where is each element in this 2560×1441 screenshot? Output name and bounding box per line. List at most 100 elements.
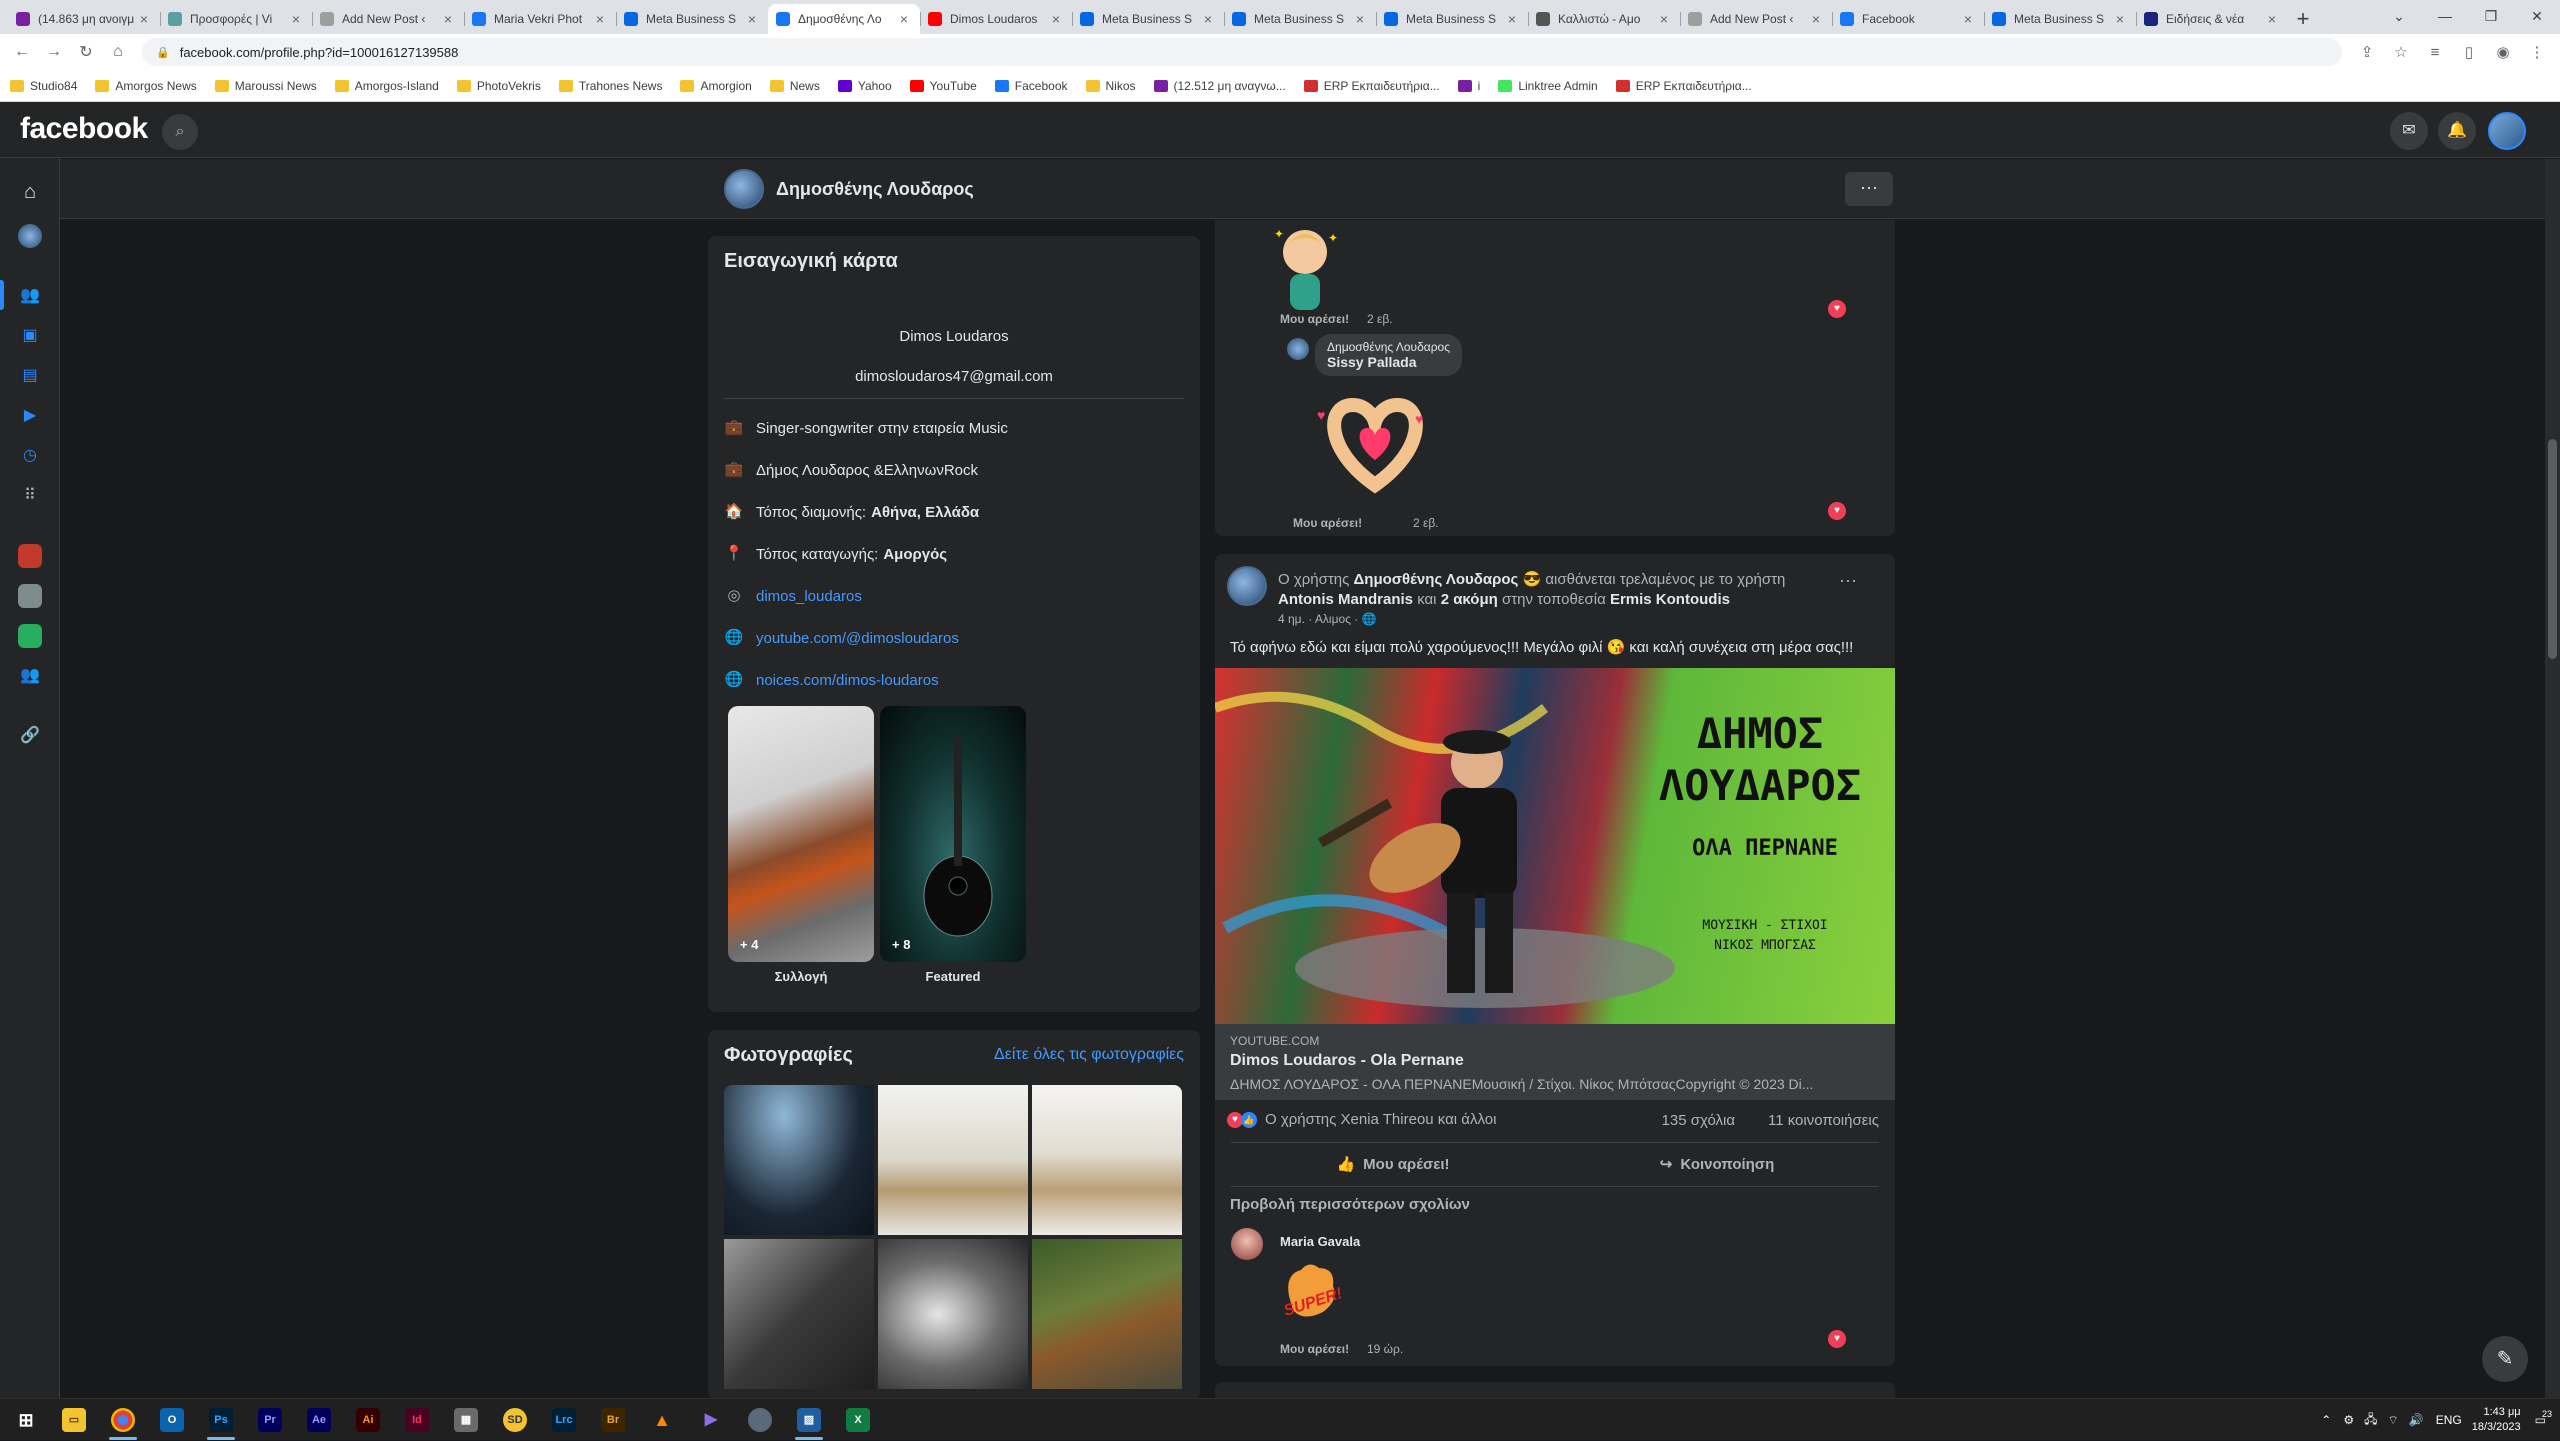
view-more-comments-link[interactable]: Προβολή περισσότερων σχολίων (1230, 1196, 1470, 1213)
shares-count-link[interactable]: 11 κοινοποιήσεις (1768, 1112, 1879, 1129)
bookmark-item[interactable]: i (1457, 79, 1480, 93)
lock-icon[interactable]: 🔒 (156, 46, 170, 59)
marketplace-icon[interactable]: ▤ (18, 364, 42, 388)
scrollbar-thumb[interactable] (2548, 439, 2557, 659)
outlook-icon[interactable]: O (160, 1408, 184, 1432)
comment-like-link[interactable]: Μου αρέσει! (1280, 312, 1349, 326)
browser-tab[interactable]: Meta Business S × (1984, 4, 2136, 34)
tab-close-icon[interactable]: × (2264, 11, 2280, 27)
forward-icon[interactable]: → (38, 43, 70, 61)
browser-tab[interactable]: Facebook × (1832, 4, 1984, 34)
browser-tab[interactable]: Καλλιστώ - Αμο × (1528, 4, 1680, 34)
tab-close-icon[interactable]: × (744, 11, 760, 27)
shortcut-page-icon[interactable] (18, 544, 42, 568)
tagged-location[interactable]: Ermis Kontoudis (1610, 591, 1730, 608)
notifications-icon[interactable]: ▭ 23 (2535, 1409, 2552, 1427)
profile-more-button[interactable]: ··· (1845, 172, 1893, 206)
like-button[interactable]: 👍 Μου αρέσει! (1231, 1148, 1555, 1180)
tab-close-icon[interactable]: × (1352, 11, 1368, 27)
tab-close-icon[interactable]: × (1656, 11, 1672, 27)
browser-tab[interactable]: (14.863 μη ανοιγμ × (8, 4, 160, 34)
menu-grid-icon[interactable]: ⠿ (18, 484, 42, 508)
tab-close-icon[interactable]: × (592, 11, 608, 27)
browser-tab[interactable]: Meta Business S × (1224, 4, 1376, 34)
bookmark-item[interactable]: Trahones News (558, 79, 662, 93)
comment-like-link[interactable]: Μου αρέσει! (1280, 1342, 1349, 1356)
side-panel-icon[interactable]: ▯ (2452, 43, 2486, 61)
indesign-icon[interactable]: Id (405, 1408, 429, 1432)
show-hidden-icons-icon[interactable]: ⌃ (2321, 1413, 2331, 1427)
reload-icon[interactable]: ↻ (70, 42, 102, 62)
bridge-icon[interactable]: Br (601, 1408, 625, 1432)
tab-search-icon[interactable]: ⌄ (2376, 0, 2422, 34)
memories-icon[interactable]: ◷ (18, 444, 42, 468)
commenter-avatar[interactable] (1287, 338, 1309, 360)
bookmark-item[interactable]: YouTube (909, 79, 977, 93)
browser-tab[interactable]: Dimos Loudaros × (920, 4, 1072, 34)
featured-collection-2[interactable]: + 8 (880, 706, 1026, 962)
restore-icon[interactable]: ❐ (2468, 0, 2514, 34)
media-player-icon[interactable]: ▶ (699, 1408, 723, 1432)
facebook-logo[interactable]: facebook (20, 112, 148, 146)
after-effects-icon[interactable]: Ae (307, 1408, 331, 1432)
browser-tab[interactable]: Meta Business S × (616, 4, 768, 34)
see-all-photos-link[interactable]: Δείτε όλες τις φωτογραφίες (994, 1046, 1184, 1064)
bookmark-item[interactable]: PhotoVekris (456, 79, 541, 93)
comment-like-link[interactable]: Μου αρέσει! (1293, 516, 1362, 530)
browser-tab[interactable]: Maria Vekri Phot × (464, 4, 616, 34)
bookmark-item[interactable]: News (769, 79, 820, 93)
shortcut-group-icon[interactable] (18, 584, 42, 608)
link-preview-footer[interactable]: YOUTUBE.COM Dimos Loudaros - Ola Pernane… (1215, 1024, 1895, 1100)
bookmark-item[interactable]: Amorgos News (95, 79, 197, 93)
search-icon[interactable]: ⌕ (162, 114, 198, 150)
featured-collection-1[interactable]: + 4 (728, 706, 874, 962)
tab-close-icon[interactable]: × (896, 11, 912, 27)
calculator-icon[interactable]: ▦ (454, 1408, 478, 1432)
new-tab-button[interactable]: + (2288, 4, 2318, 34)
link-preview-image[interactable]: ΔΗΜΟΣ ΛΟΥΔΑΡΟΣ ΟΛΑ ΠΕΡΝΑΝΕ ΜΟΥΣΙΚΗ - ΣΤΙ… (1215, 668, 1895, 1024)
back-icon[interactable]: ← (6, 43, 38, 61)
tab-close-icon[interactable]: × (288, 11, 304, 27)
lives-in-value[interactable]: Αθήνα, Ελλάδα (871, 504, 979, 521)
vlc-icon[interactable]: ▲ (650, 1408, 674, 1432)
url-bar[interactable]: 🔒 facebook.com/profile.php?id=1000161271… (142, 38, 2342, 66)
bookmark-item[interactable]: Studio84 (10, 79, 77, 93)
bookmark-item[interactable]: Linktree Admin (1498, 79, 1598, 93)
reply-author[interactable]: Δημοσθένης Λουδαρος (1327, 340, 1450, 354)
profile-icon[interactable]: ◉ (2486, 43, 2520, 61)
app-tray-icon[interactable]: ⚙ (2343, 1413, 2354, 1427)
groups-icon[interactable]: ▣ (18, 324, 42, 348)
volume-icon[interactable]: 🔊 (2409, 1413, 2424, 1427)
bookmark-star-icon[interactable]: ☆ (2384, 43, 2418, 61)
youtube-link[interactable]: youtube.com/@dimosloudaros (756, 630, 959, 647)
bookmark-item[interactable]: ERP Εκπαιδευτήρια... (1303, 79, 1440, 93)
bookmark-item[interactable]: Yahoo (837, 79, 892, 93)
system-clock[interactable]: 1:43 μμ 18/3/2023 (2472, 1405, 2521, 1435)
profile-shortcut-icon[interactable] (18, 224, 42, 248)
bookmark-item[interactable]: Facebook (994, 79, 1068, 93)
browser-tab[interactable]: Add New Post ‹ × (312, 4, 464, 34)
tab-close-icon[interactable]: × (1504, 11, 1520, 27)
lightroom-icon[interactable]: Lrc (552, 1408, 576, 1432)
home-icon[interactable]: ⌂ (18, 180, 42, 204)
tab-close-icon[interactable]: × (136, 11, 152, 27)
premiere-icon[interactable]: Pr (258, 1408, 282, 1432)
friends-icon[interactable]: 👥 (18, 284, 42, 308)
bookmark-item[interactable]: Amorgos-Island (334, 79, 439, 93)
menu-icon[interactable]: ⋮ (2520, 43, 2554, 61)
tagged-user[interactable]: Antonis Mandranis (1278, 591, 1413, 608)
tagged-others-link[interactable]: 2 ακόμη (1441, 591, 1498, 608)
hometown-value[interactable]: Αμοργός (883, 546, 947, 563)
image-viewer-icon[interactable]: ▨ (797, 1408, 821, 1432)
home-icon[interactable]: ⌂ (102, 43, 134, 61)
bookmark-item[interactable]: Nikos (1085, 79, 1136, 93)
link-icon[interactable]: 🔗 (18, 724, 42, 748)
wifi-icon[interactable]: ⌔ (2387, 1413, 2398, 1428)
file-explorer-icon[interactable]: ▭ (62, 1408, 86, 1432)
photo-thumbnail[interactable] (878, 1239, 1028, 1389)
tab-close-icon[interactable]: × (1200, 11, 1216, 27)
bookmark-item[interactable]: Amorgion (680, 79, 752, 93)
shortcut-game-icon[interactable] (18, 624, 42, 648)
share-icon[interactable]: ⇪ (2350, 43, 2384, 61)
tab-close-icon[interactable]: × (1048, 11, 1064, 27)
